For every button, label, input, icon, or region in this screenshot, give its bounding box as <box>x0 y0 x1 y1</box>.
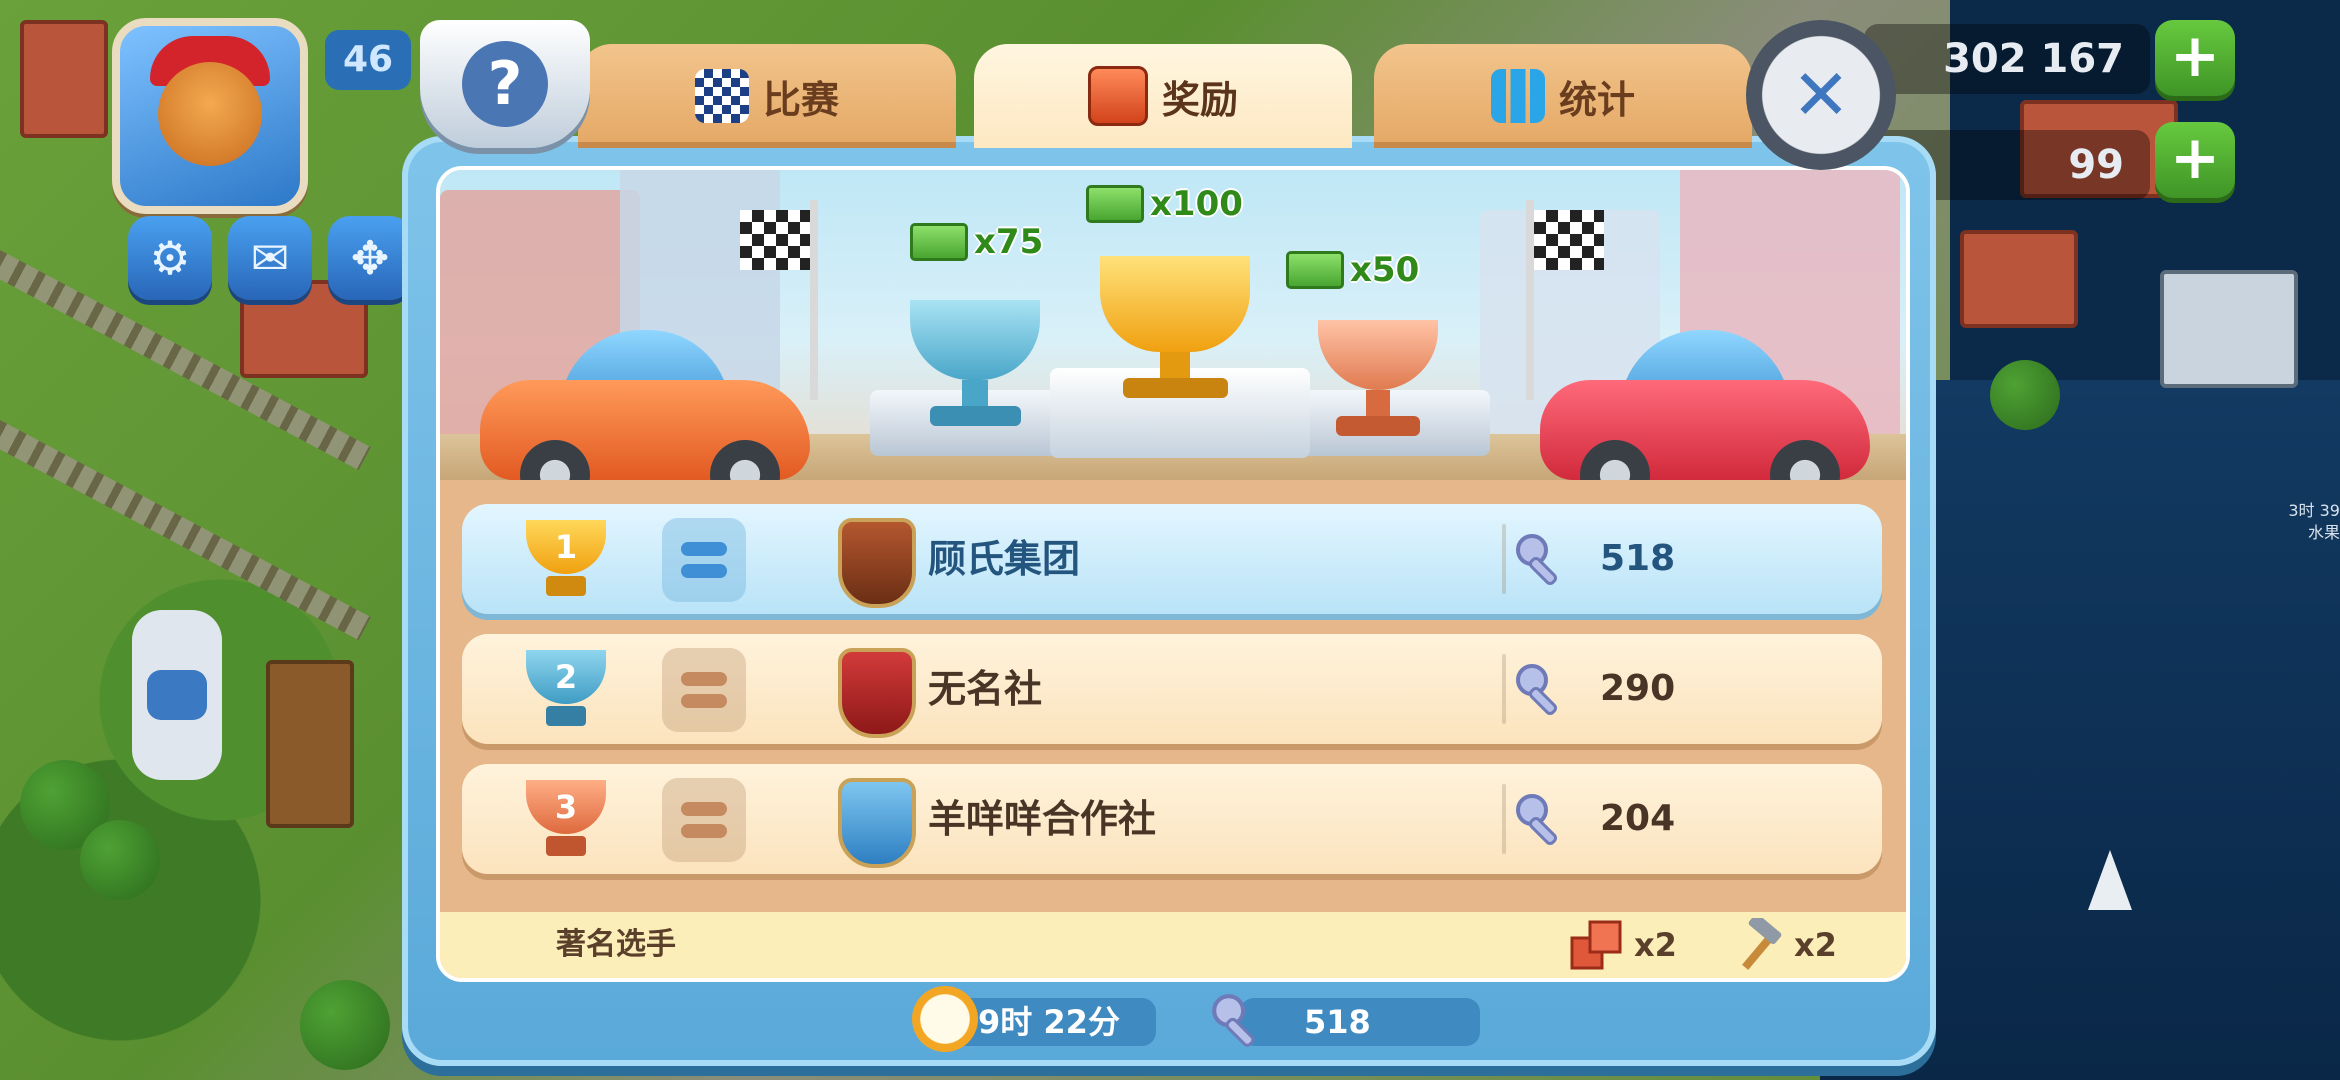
third-place-reward: x50 <box>1286 250 1419 290</box>
settings-button[interactable]: ⚙ <box>128 216 212 300</box>
modal-content: x75 x100 x50 1 顾氏集团 518 2 无名社 290 3 羊咩咩合… <box>436 166 1910 982</box>
my-score: 518 <box>1240 998 1480 1046</box>
team-name: 羊咩咩合作社 <box>928 797 1157 841</box>
star-emblem-icon <box>838 778 916 868</box>
silver-rank-trophy-icon: 2 <box>526 650 606 730</box>
brick-count: x2 <box>1634 926 1677 964</box>
team-name: 顾氏集团 <box>928 537 1081 581</box>
add-coins-button[interactable]: + <box>2155 20 2235 96</box>
regatta-modal: x75 x100 x50 1 顾氏集团 518 2 无名社 290 3 羊咩咩合… <box>402 136 1936 1066</box>
gold-trophy-icon <box>1100 256 1250 398</box>
building <box>2160 270 2298 388</box>
first-place-reward: x100 <box>1086 184 1243 224</box>
bronze-trophy-icon <box>1318 320 1438 436</box>
tree <box>300 980 390 1070</box>
tree <box>1990 360 2060 430</box>
leaderboard-row-1[interactable]: 1 顾氏集团 518 <box>462 504 1882 614</box>
cash-bill-icon <box>1286 251 1344 289</box>
first-place-amount: x100 <box>1150 184 1243 224</box>
envelope-icon: ✉ <box>250 231 290 285</box>
bar-chart-icon <box>1490 69 1545 123</box>
wind-up-key-icon <box>1516 794 1557 845</box>
checkered-flag-icon <box>1534 210 1604 270</box>
side-event-label: 水果 <box>2307 523 2340 542</box>
wind-up-key-icon <box>1516 664 1557 715</box>
orange-race-car <box>480 330 810 480</box>
building <box>20 20 108 138</box>
checkered-flag-icon <box>740 210 810 270</box>
divider <box>1502 524 1506 594</box>
close-icon: ✕ <box>1791 54 1851 136</box>
team-score: 290 <box>1600 668 1676 709</box>
question-mark-icon: ? <box>462 41 548 127</box>
second-place-reward: x75 <box>910 222 1043 262</box>
leaderboard-row-2[interactable]: 2 无名社 290 <box>462 634 1882 744</box>
notice-board[interactable] <box>266 660 354 828</box>
sailboat <box>2088 850 2132 910</box>
side-event-timer[interactable]: 3时 39 水果 <box>2288 500 2340 544</box>
tab-race[interactable]: 比赛 <box>578 44 956 148</box>
rank-unchanged-icon <box>662 778 746 862</box>
player-avatar[interactable] <box>112 18 308 214</box>
clover-emblem-icon <box>838 518 916 608</box>
bronze-rank-trophy-icon: 3 <box>526 780 606 860</box>
coins-counter: 302 167 <box>1864 24 2150 94</box>
hammer-count: x2 <box>1794 926 1837 964</box>
top-player-reward-bar: 著名选手 x2 x2 <box>440 912 1906 978</box>
gear-icon: ⚙ <box>149 231 191 285</box>
team-name: 无名社 <box>928 667 1043 711</box>
move-button[interactable]: ✥ <box>328 216 412 300</box>
divider <box>1502 654 1506 724</box>
tab-stats-label: 统计 <box>1558 77 1635 122</box>
third-place-amount: x50 <box>1350 250 1420 290</box>
rank-unchanged-icon <box>662 648 746 732</box>
leaderboard-row-3[interactable]: 3 羊咩咩合作社 204 <box>462 764 1882 874</box>
brick-prize: x2 <box>1570 918 1677 972</box>
move-arrows-icon: ✥ <box>350 231 390 285</box>
rank-number: 3 <box>526 780 606 834</box>
hammer-icon <box>1742 918 1782 970</box>
tab-rewards-label: 奖励 <box>1161 77 1238 122</box>
tab-rewards[interactable]: 奖励 <box>974 44 1352 148</box>
red-race-car <box>1540 330 1870 480</box>
flag-pole <box>810 200 818 400</box>
side-event-time: 3时 39 <box>2288 501 2340 520</box>
silver-trophy-icon <box>910 300 1040 426</box>
player-level-badge: 46 <box>325 30 411 90</box>
hamster-avatar-icon <box>158 62 262 166</box>
second-place-amount: x75 <box>974 222 1044 262</box>
rank-number: 2 <box>526 650 606 704</box>
add-cash-button[interactable]: + <box>2155 122 2235 198</box>
flag-pole <box>1526 200 1534 400</box>
cash-bill-icon <box>910 223 968 261</box>
treasure-chest-icon <box>1087 66 1148 126</box>
building <box>1960 230 2078 328</box>
top-player-label: 著名选手 <box>556 927 676 962</box>
rewards-banner: x75 x100 x50 <box>440 170 1906 480</box>
brick-icon <box>1570 920 1622 970</box>
hammer-prize: x2 <box>1730 918 1837 972</box>
gold-rank-trophy-icon: 1 <box>526 520 606 600</box>
divider <box>1502 784 1506 854</box>
stopwatch-icon <box>912 986 978 1052</box>
crossed-axes-emblem-icon <box>838 648 916 738</box>
close-button[interactable]: ✕ <box>1746 20 1896 170</box>
help-button[interactable]: ? <box>420 20 590 148</box>
wind-up-key-icon <box>1212 994 1255 1047</box>
chat-button[interactable] <box>132 610 222 780</box>
tab-race-label: 比赛 <box>762 77 839 122</box>
tab-stats[interactable]: 统计 <box>1374 44 1752 148</box>
team-score: 204 <box>1600 798 1676 839</box>
wind-up-key-icon <box>1516 534 1557 585</box>
chat-bubble-icon <box>147 670 207 720</box>
mail-button[interactable]: ✉ <box>228 216 312 300</box>
rank-unchanged-icon <box>662 518 746 602</box>
team-score: 518 <box>1600 538 1676 579</box>
tree <box>80 820 160 900</box>
rank-number: 1 <box>526 520 606 574</box>
checkered-flag-icon <box>694 69 749 123</box>
cash-bill-icon <box>1086 185 1144 223</box>
